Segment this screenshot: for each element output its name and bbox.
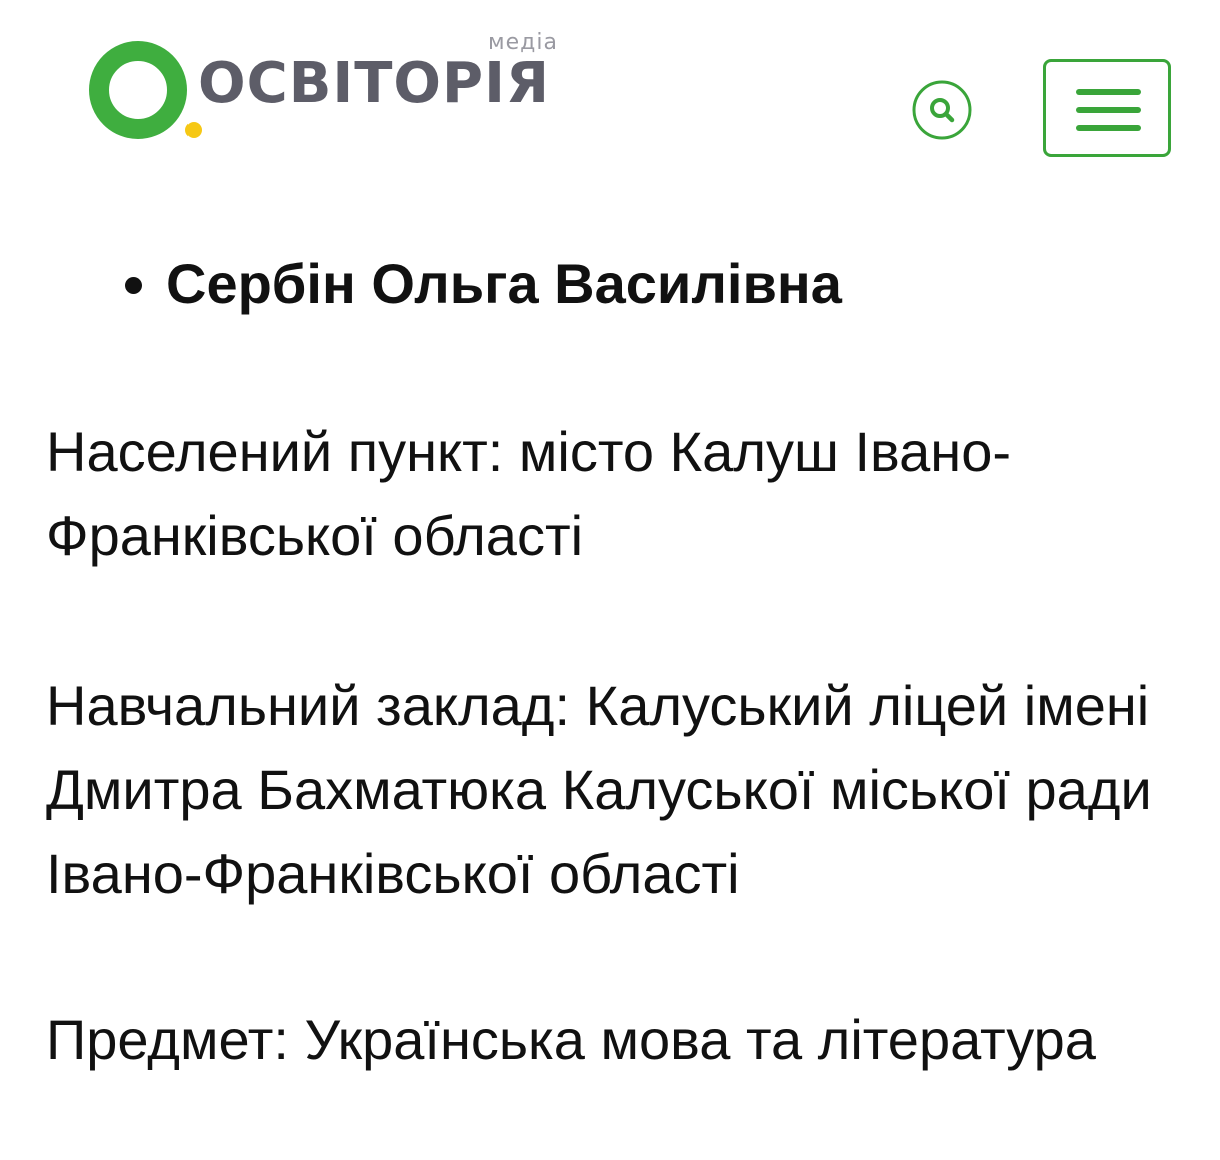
site-logo[interactable]: ОСВІТОРІЯ медіа (88, 28, 578, 148)
article-content: Сербін Ольга Василівна Населений пункт: … (46, 246, 1186, 1071)
location-text: Населений пункт: місто Калуш Івано-Франк… (46, 420, 1012, 567)
hamburger-menu-icon (1076, 125, 1141, 131)
person-list: Сербін Ольга Василівна (46, 246, 1186, 322)
logo-wordmark: ОСВІТОРІЯ (198, 51, 551, 116)
subject-text: Предмет: Українська мова та література (46, 1008, 1096, 1071)
hamburger-menu-icon (1076, 89, 1141, 95)
logo-dot-icon (186, 122, 202, 138)
logo-sub-label: медіа (488, 30, 558, 55)
hamburger-menu-icon (1076, 107, 1141, 113)
institution-text: Навчальний заклад: Калуський ліцей імені… (46, 674, 1152, 905)
logo-ring-icon (89, 41, 188, 139)
search-button[interactable] (912, 80, 972, 140)
site-header: ОСВІТОРІЯ медіа (0, 0, 1220, 190)
search-icon (912, 80, 972, 140)
person-name: Сербін Ольга Василівна (166, 246, 1186, 322)
menu-button[interactable] (1043, 59, 1171, 157)
